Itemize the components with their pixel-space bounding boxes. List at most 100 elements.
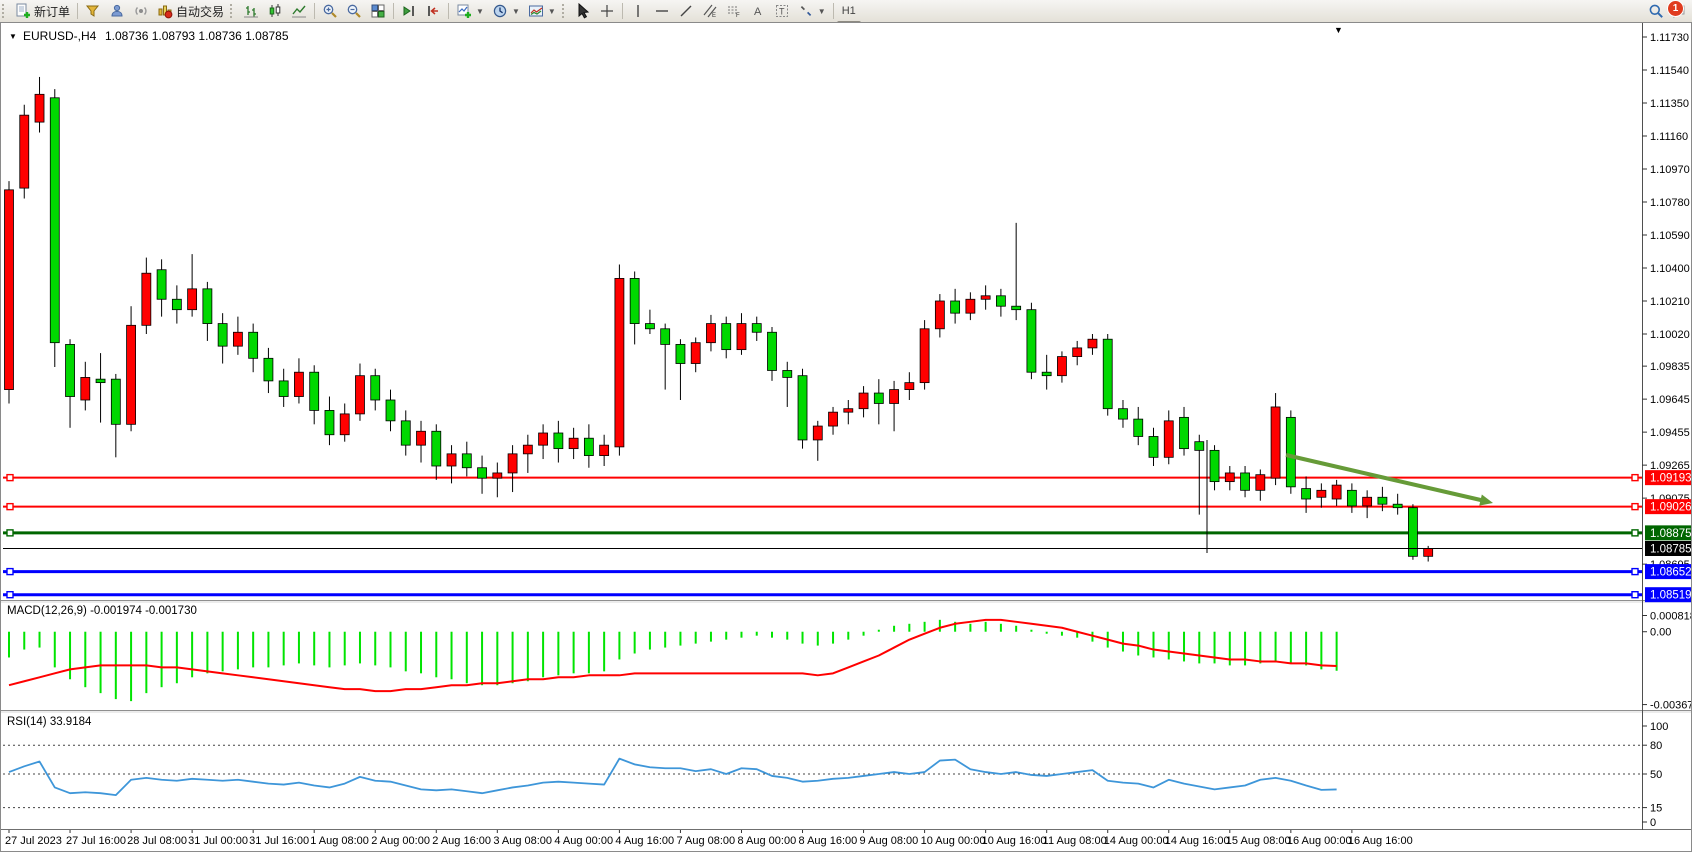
svg-text:F: F (736, 13, 740, 19)
line-anchor-handle[interactable] (1632, 504, 1638, 510)
auto-scroll-button[interactable] (397, 1, 421, 21)
mt4-terminal: { "toolbar": { "new_order_label": "新订单",… (0, 0, 1692, 852)
line-anchor-handle[interactable] (1632, 569, 1638, 575)
date-label: 3 Aug 08:00 (493, 835, 552, 847)
chevron-down-icon: ▼ (476, 7, 484, 16)
toolbar: 新订单 自动交易 (0, 0, 1692, 23)
chevron-down-icon: ▼ (512, 7, 520, 16)
search-icon[interactable] (1648, 3, 1664, 19)
price-chart: 1.117301.115401.113501.111601.109701.107… (1, 23, 1691, 851)
text-button[interactable]: A (746, 1, 770, 21)
date-label: 11 Aug 08:00 (1043, 835, 1107, 847)
autotrading-label: 自动交易 (176, 3, 224, 20)
chart-background (1, 23, 1691, 851)
price-axis-label: 1.10590 (1650, 230, 1690, 242)
text-label-icon: T (774, 3, 790, 19)
bar-chart-button[interactable] (239, 1, 263, 21)
date-label: 1 Aug 08:00 (310, 835, 369, 847)
candle (1027, 303, 1036, 379)
date-label: 10 Aug 16:00 (982, 835, 1047, 847)
macd-axis-label: -0.003677 (1650, 700, 1691, 712)
candle (50, 89, 59, 367)
indicators-button[interactable]: ▼ (452, 1, 488, 21)
line-anchor-handle[interactable] (7, 592, 13, 598)
chart-window: 1.117301.115401.113501.111601.109701.107… (0, 22, 1692, 852)
horizontal-line-button[interactable] (650, 1, 674, 21)
timeframe-H1[interactable]: H1 (837, 1, 861, 21)
data-window-button[interactable] (105, 1, 129, 21)
fibonacci-button[interactable]: F (722, 1, 746, 21)
date-label: 10 Aug 00:00 (921, 835, 986, 847)
templates-icon (528, 3, 544, 19)
trendline-button[interactable] (674, 1, 698, 21)
data-window-icon (109, 3, 125, 19)
notification-badge[interactable]: 1 (1667, 0, 1684, 17)
line-anchor-handle[interactable] (1632, 592, 1638, 598)
vertical-line-button[interactable] (626, 1, 650, 21)
line-anchor-handle[interactable] (7, 530, 13, 536)
new-order-button[interactable]: 新订单 (11, 1, 74, 21)
new-order-label: 新订单 (34, 3, 70, 20)
separator (314, 3, 315, 19)
toolbar-right: 1 (1648, 0, 1686, 22)
chart-shift-marker: ▼ (1334, 25, 1343, 35)
date-label: 2 Aug 16:00 (432, 835, 491, 847)
tile-windows-button[interactable] (366, 1, 390, 21)
periods-button[interactable]: ▼ (488, 1, 524, 21)
autotrading-button[interactable]: 自动交易 (153, 1, 228, 21)
signals-button[interactable] (129, 1, 153, 21)
date-label: 15 Aug 08:00 (1226, 835, 1291, 847)
date-label: 7 Aug 08:00 (676, 835, 735, 847)
arrows-button[interactable]: ▼ (794, 1, 830, 21)
toolbar-grip (2, 4, 9, 18)
date-label: 8 Aug 00:00 (737, 835, 796, 847)
candle (1103, 334, 1112, 416)
zoom-in-button[interactable] (318, 1, 342, 21)
chart-shift-button[interactable] (421, 1, 445, 21)
zoom-in-icon (322, 3, 338, 19)
line-anchor-handle[interactable] (7, 569, 13, 575)
templates-button[interactable]: ▼ (524, 1, 560, 21)
date-label: 8 Aug 16:00 (799, 835, 858, 847)
candle (1271, 393, 1280, 485)
equidistant-channel-icon: E (702, 3, 718, 19)
zoom-out-icon (346, 3, 362, 19)
new-order-icon (15, 3, 31, 19)
chevron-down-icon: ▼ (818, 7, 826, 16)
line-anchor-handle[interactable] (7, 475, 13, 481)
rsi-axis-label: 100 (1650, 721, 1668, 733)
candlestick-chart-button[interactable] (263, 1, 287, 21)
line-anchor-handle[interactable] (7, 504, 13, 510)
line-anchor-handle[interactable] (1632, 530, 1638, 536)
svg-text:A: A (754, 6, 762, 18)
price-axis-label: 1.11160 (1650, 131, 1688, 143)
cursor-button[interactable] (571, 1, 595, 21)
macd-axis-label: 0.000818 (1650, 611, 1691, 623)
date-label: 4 Aug 00:00 (554, 835, 613, 847)
text-icon: A (750, 3, 766, 19)
text-label-button[interactable]: T (770, 1, 794, 21)
market-watch-button[interactable] (81, 1, 105, 21)
line-chart-button[interactable] (287, 1, 311, 21)
svg-text:E: E (712, 13, 716, 19)
price-axis-label: 1.09835 (1650, 361, 1690, 373)
chart-ohlc: 1.08736 1.08793 1.08736 1.08785 (105, 29, 289, 43)
date-label: 14 Aug 16:00 (1165, 835, 1230, 847)
crosshair-icon (599, 3, 615, 19)
date-label: 4 Aug 16:00 (615, 835, 674, 847)
equidistant-channel-button[interactable]: E (698, 1, 722, 21)
date-label: 31 Jul 16:00 (249, 835, 309, 847)
line-chart-icon (291, 3, 307, 19)
market-watch-icon (85, 3, 101, 19)
separator (833, 3, 834, 19)
tile-windows-icon (370, 3, 386, 19)
separator (77, 3, 78, 19)
crosshair-button[interactable] (595, 1, 619, 21)
signals-icon (133, 3, 149, 19)
separator (622, 3, 623, 19)
periods-icon (492, 3, 508, 19)
line-anchor-handle[interactable] (1632, 475, 1638, 481)
trendline-icon (678, 3, 694, 19)
zoom-out-button[interactable] (342, 1, 366, 21)
price-axis-label: 1.10970 (1650, 164, 1690, 176)
